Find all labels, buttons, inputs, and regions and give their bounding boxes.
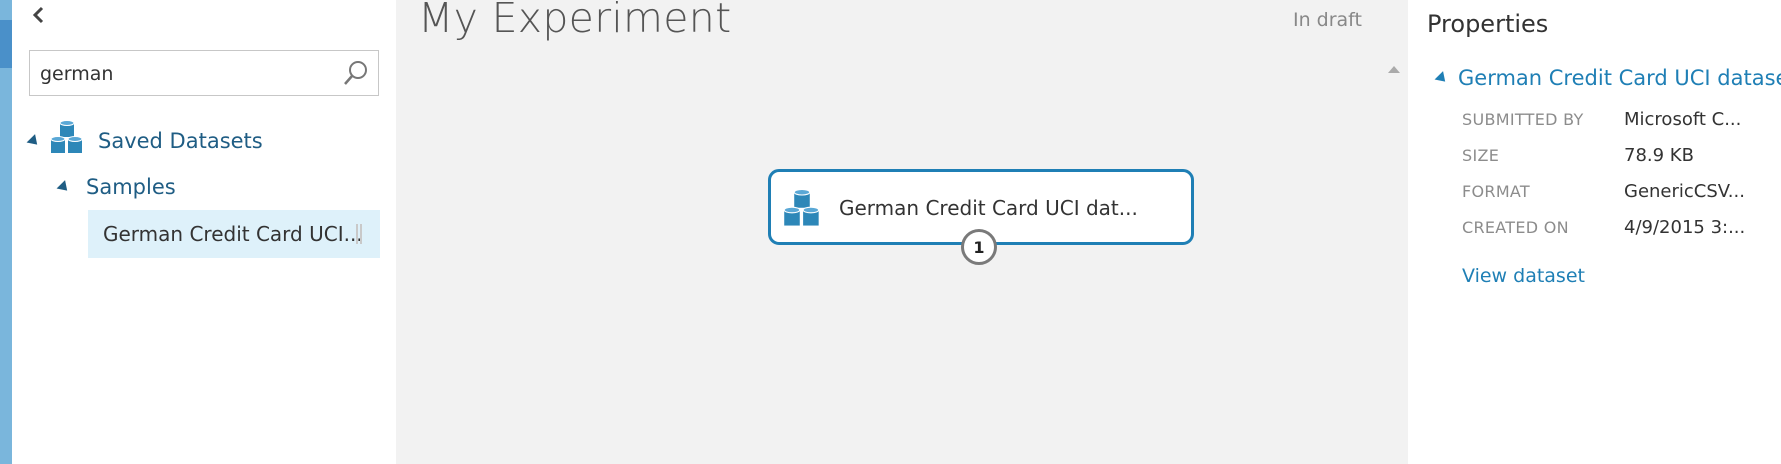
property-value: 78.9 KB — [1624, 145, 1694, 166]
search-input[interactable] — [38, 51, 332, 97]
scroll-up-arrow-icon[interactable] — [1388, 66, 1400, 73]
properties-title: Properties — [1427, 10, 1549, 38]
search-icon[interactable] — [342, 59, 370, 87]
tree-label-samples: Samples — [86, 175, 176, 199]
tree-node-saved-datasets[interactable]: Saved Datasets — [26, 120, 263, 162]
property-key: FORMAT — [1462, 182, 1530, 201]
collapse-palette-chevron-icon[interactable] — [28, 2, 50, 28]
expanded-triangle-icon[interactable] — [26, 133, 42, 149]
experiment-title[interactable]: My Experiment — [418, 0, 731, 42]
property-row: FORMAT GenericCSV... — [1462, 181, 1745, 203]
dataset-module-node[interactable]: German Credit Card UCI dat... 1 — [768, 169, 1194, 265]
properties-panel: Properties German Credit Card UCI datase… — [1408, 0, 1781, 464]
property-row: SIZE 78.9 KB — [1462, 145, 1694, 167]
property-row: CREATED ON 4/9/2015 3:... — [1462, 217, 1745, 239]
property-value: 4/9/2015 3:... — [1624, 217, 1746, 238]
expanded-triangle-icon[interactable] — [1434, 70, 1450, 86]
dataset-section-header[interactable]: German Credit Card UCI dataset — [1434, 66, 1781, 90]
draft-status: In draft — [1292, 9, 1362, 31]
experiment-canvas[interactable]: My Experiment In draft German Credit Car… — [396, 0, 1408, 464]
property-value: GenericCSV... — [1624, 181, 1745, 202]
property-key: CREATED ON — [1462, 218, 1569, 237]
left-nav-strip — [0, 0, 12, 464]
palette-item-label: German Credit Card UCI... — [103, 222, 363, 246]
dataset-icon — [783, 188, 821, 234]
view-dataset-link[interactable]: View dataset — [1462, 265, 1585, 287]
tree-node-samples[interactable]: Samples — [56, 172, 176, 202]
palette-search-box[interactable] — [29, 50, 379, 97]
property-key: SIZE — [1462, 146, 1500, 165]
palette-item-german-credit[interactable]: German Credit Card UCI... — [88, 210, 380, 258]
dataset-name: German Credit Card UCI dataset — [1458, 66, 1781, 90]
drag-handle-icon[interactable] — [356, 224, 364, 244]
property-key: SUBMITTED BY — [1462, 110, 1584, 129]
tree-label-saved-datasets: Saved Datasets — [98, 129, 263, 153]
property-row: SUBMITTED BY Microsoft C... — [1462, 109, 1741, 131]
property-value: Microsoft C... — [1624, 109, 1742, 130]
node-label: German Credit Card UCI dat... — [839, 196, 1138, 220]
nav-active-indicator — [0, 20, 12, 68]
dataset-icon — [50, 120, 84, 161]
expanded-triangle-icon[interactable] — [56, 179, 72, 195]
output-port[interactable]: 1 — [961, 229, 997, 265]
